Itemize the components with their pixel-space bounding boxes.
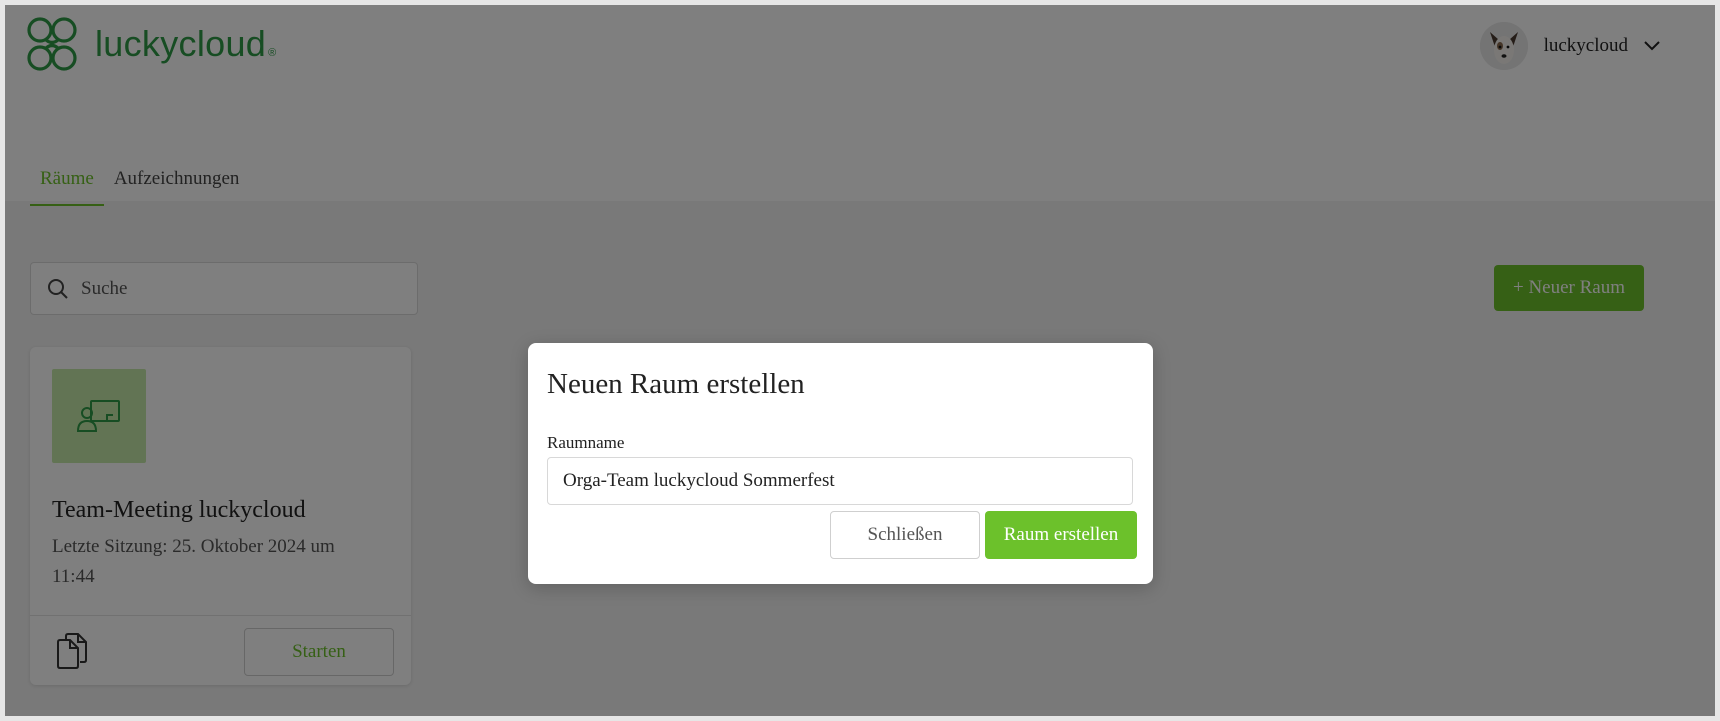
create-room-dialog: Neuen Raum erstellen Raumname Schließen …	[528, 343, 1153, 584]
dialog-title: Neuen Raum erstellen	[547, 368, 805, 400]
room-name-input[interactable]	[547, 457, 1133, 505]
app: luckycloud® luckycloud	[5, 5, 1715, 716]
create-room-button[interactable]: Raum erstellen	[985, 511, 1137, 559]
close-button[interactable]: Schließen	[830, 511, 980, 559]
room-name-label: Raumname	[547, 433, 625, 452]
